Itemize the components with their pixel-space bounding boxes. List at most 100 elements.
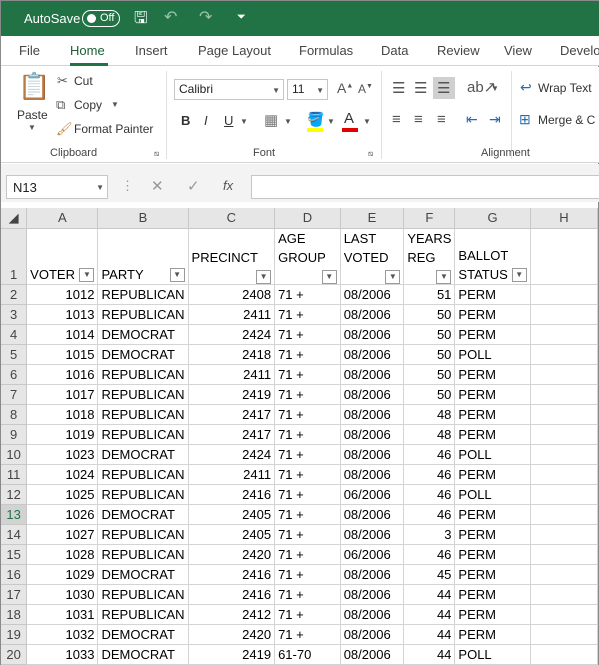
tab-developer[interactable]: Develo <box>560 43 599 58</box>
column-header-f[interactable]: F <box>403 208 456 229</box>
cell-party[interactable]: DEMOCRAT <box>97 324 189 345</box>
column-header-g[interactable]: G <box>454 208 531 229</box>
cell-last-voted[interactable]: 08/2006 <box>340 644 405 665</box>
cell-age-group[interactable]: 71 + <box>274 364 341 385</box>
column-header-b[interactable]: B <box>97 208 189 229</box>
cell-last-voted[interactable]: 08/2006 <box>340 404 405 425</box>
cancel-icon[interactable]: ✕ <box>151 177 164 195</box>
cell-age-group[interactable]: 61-70 <box>274 644 341 665</box>
cell-voter[interactable]: 1025 <box>26 484 99 505</box>
tab-insert[interactable]: Insert <box>135 43 168 58</box>
empty-cell[interactable] <box>530 604 599 625</box>
cell-last-voted[interactable]: 08/2006 <box>340 384 405 405</box>
cell-precinct[interactable]: 2419 <box>188 644 276 665</box>
row-header[interactable]: 11 <box>1 464 28 485</box>
row-header[interactable]: 13 <box>1 504 28 525</box>
enter-icon[interactable]: ✓ <box>187 177 200 195</box>
cell-precinct[interactable]: 2419 <box>188 384 276 405</box>
clipboard-launcher-icon[interactable]: ⧅ <box>154 149 159 159</box>
tab-data[interactable]: Data <box>381 43 408 58</box>
cell-party[interactable]: DEMOCRAT <box>97 564 189 585</box>
cell-last-voted[interactable]: 08/2006 <box>340 324 405 345</box>
row-header[interactable]: 9 <box>1 424 28 445</box>
row-header[interactable]: 20 <box>1 644 28 665</box>
cell-voter[interactable]: 1013 <box>26 304 99 325</box>
cell-age-group[interactable]: 71 + <box>274 384 341 405</box>
cell-voter[interactable]: 1029 <box>26 564 99 585</box>
cell-voter[interactable]: 1033 <box>26 644 99 665</box>
empty-cell[interactable] <box>530 544 599 565</box>
cell-years-reg[interactable]: 50 <box>403 364 456 385</box>
cell-years-reg[interactable]: 45 <box>403 564 456 585</box>
header-cell-years-reg[interactable]: YEARS REG ▼ <box>403 228 456 285</box>
align-center-icon[interactable]: ≡ <box>414 111 423 128</box>
cell-years-reg[interactable]: 50 <box>403 324 456 345</box>
wrap-text-button[interactable]: Wrap Text <box>538 81 592 95</box>
cell-years-reg[interactable]: 48 <box>403 404 456 425</box>
cell-voter[interactable]: 1030 <box>26 584 99 605</box>
row-header[interactable]: 12 <box>1 484 28 505</box>
cell-precinct[interactable]: 2424 <box>188 324 276 345</box>
name-box[interactable]: N13 ▼ <box>6 175 108 199</box>
cell-years-reg[interactable]: 46 <box>403 484 456 505</box>
cell-age-group[interactable]: 71 + <box>274 424 341 445</box>
cell-last-voted[interactable]: 08/2006 <box>340 624 405 645</box>
row-header[interactable]: 2 <box>1 284 28 305</box>
cell-party[interactable]: REPUBLICAN <box>97 584 189 605</box>
empty-cell[interactable] <box>530 404 599 425</box>
cell-ballot-status[interactable]: PERM <box>454 284 531 305</box>
cell-age-group[interactable]: 71 + <box>274 524 341 545</box>
cell-precinct[interactable]: 2424 <box>188 444 276 465</box>
cell-voter[interactable]: 1024 <box>26 464 99 485</box>
font-launcher-icon[interactable]: ⧅ <box>368 149 373 159</box>
empty-cell[interactable] <box>530 524 599 545</box>
filter-dropdown-icon[interactable]: ▼ <box>321 269 337 283</box>
save-icon[interactable]: 🖫 <box>134 7 148 34</box>
row-header[interactable]: 1 <box>1 228 28 285</box>
filter-dropdown-icon[interactable]: ▼ <box>169 267 185 282</box>
empty-cell[interactable] <box>530 344 599 365</box>
cell-age-group[interactable]: 71 + <box>274 624 341 645</box>
cell-last-voted[interactable]: 08/2006 <box>340 304 405 325</box>
format-painter-button[interactable]: Format Painter <box>74 122 153 136</box>
cell-years-reg[interactable]: 46 <box>403 464 456 485</box>
header-cell-age-group[interactable]: AGE GROUP ▼ <box>274 228 341 285</box>
cell-precinct[interactable]: 2408 <box>188 284 276 305</box>
cell-age-group[interactable]: 71 + <box>274 464 341 485</box>
cell-years-reg[interactable]: 51 <box>403 284 456 305</box>
cell-years-reg[interactable]: 46 <box>403 444 456 465</box>
cell-ballot-status[interactable]: PERM <box>454 624 531 645</box>
cell-ballot-status[interactable]: POLL <box>454 344 531 365</box>
select-all-corner[interactable]: ◢ <box>1 208 28 229</box>
cell-party[interactable]: REPUBLICAN <box>97 304 189 325</box>
copy-icon[interactable]: ⧉ <box>56 97 65 113</box>
cell-age-group[interactable]: 71 + <box>274 444 341 465</box>
cell-years-reg[interactable]: 46 <box>403 544 456 565</box>
header-cell-party[interactable]: PARTY ▼ <box>97 228 189 285</box>
cell-voter[interactable]: 1032 <box>26 624 99 645</box>
cell-last-voted[interactable]: 08/2006 <box>340 364 405 385</box>
cell-precinct[interactable]: 2420 <box>188 544 276 565</box>
cell-precinct[interactable]: 2411 <box>188 464 276 485</box>
row-header[interactable]: 18 <box>1 604 28 625</box>
cell-voter[interactable]: 1026 <box>26 504 99 525</box>
cell-voter[interactable]: 1012 <box>26 284 99 305</box>
row-header[interactable]: 10 <box>1 444 28 465</box>
cell-last-voted[interactable]: 08/2006 <box>340 284 405 305</box>
paste-icon[interactable]: 📋 <box>18 71 50 102</box>
cell-precinct[interactable]: 2416 <box>188 584 276 605</box>
column-header-d[interactable]: D <box>274 208 341 229</box>
cell-voter[interactable]: 1031 <box>26 604 99 625</box>
cell-party[interactable]: DEMOCRAT <box>97 644 189 665</box>
orientation-dropdown-icon[interactable]: ▼ <box>491 84 499 93</box>
insert-function-icon[interactable]: fx <box>223 178 233 193</box>
cell-party[interactable]: REPUBLICAN <box>97 284 189 305</box>
cell-age-group[interactable]: 71 + <box>274 284 341 305</box>
cell-party[interactable]: DEMOCRAT <box>97 624 189 645</box>
cell-precinct[interactable]: 2405 <box>188 524 276 545</box>
autosave-toggle[interactable]: Off <box>82 10 120 27</box>
cell-voter[interactable]: 1028 <box>26 544 99 565</box>
font-size-select[interactable]: 11 ▼ <box>287 79 328 100</box>
cell-precinct[interactable]: 2416 <box>188 564 276 585</box>
row-header[interactable]: 19 <box>1 624 28 645</box>
